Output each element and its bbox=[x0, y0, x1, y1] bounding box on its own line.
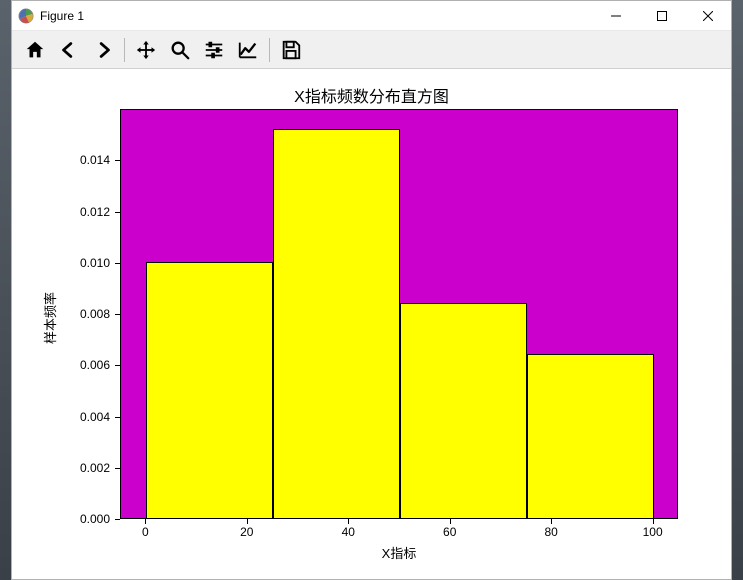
ytick-mark bbox=[115, 417, 120, 418]
xtick-label: 40 bbox=[342, 525, 355, 539]
xtick-label: 80 bbox=[544, 525, 557, 539]
line-chart-icon bbox=[237, 39, 259, 61]
home-button[interactable] bbox=[18, 35, 52, 65]
edit-axis-button[interactable] bbox=[231, 35, 265, 65]
window-buttons bbox=[593, 1, 731, 31]
xtick-mark bbox=[145, 519, 146, 524]
ytick-label: 0.014 bbox=[12, 153, 110, 167]
xtick-mark bbox=[348, 519, 349, 524]
histogram-bar bbox=[146, 262, 273, 518]
titlebar: Figure 1 bbox=[12, 1, 731, 31]
close-button[interactable] bbox=[685, 1, 731, 31]
xtick-mark bbox=[653, 519, 654, 524]
arrow-left-icon bbox=[58, 39, 80, 61]
ytick-mark bbox=[115, 314, 120, 315]
toolbar-separator bbox=[269, 38, 270, 62]
xtick-label: 0 bbox=[142, 525, 149, 539]
home-icon bbox=[24, 39, 46, 61]
plot-area bbox=[120, 109, 678, 519]
ytick-label: 0.002 bbox=[12, 461, 110, 475]
back-button[interactable] bbox=[52, 35, 86, 65]
figure-canvas[interactable]: X指标频数分布直方图 样本频率 X指标 0.0000.0020.0040.006… bbox=[12, 69, 731, 579]
xtick-label: 60 bbox=[443, 525, 456, 539]
move-icon bbox=[135, 39, 157, 61]
xtick-mark bbox=[450, 519, 451, 524]
save-button[interactable] bbox=[274, 35, 308, 65]
ytick-mark bbox=[115, 468, 120, 469]
histogram-bar bbox=[400, 303, 527, 518]
x-axis-label: X指标 bbox=[382, 543, 417, 562]
pan-button[interactable] bbox=[129, 35, 163, 65]
zoom-icon bbox=[169, 39, 191, 61]
configure-button[interactable] bbox=[197, 35, 231, 65]
ytick-label: 0.006 bbox=[12, 358, 110, 372]
ytick-label: 0.004 bbox=[12, 410, 110, 424]
ytick-label: 0.012 bbox=[12, 205, 110, 219]
outer-bg-left bbox=[0, 0, 11, 580]
save-icon bbox=[280, 39, 302, 61]
ytick-label: 0.000 bbox=[12, 512, 110, 526]
histogram-bar bbox=[273, 129, 400, 519]
figure-window: Figure 1 bbox=[11, 0, 732, 580]
outer-bg-right bbox=[732, 0, 743, 580]
minimize-button[interactable] bbox=[593, 1, 639, 31]
ytick-mark bbox=[115, 263, 120, 264]
xtick-label: 100 bbox=[643, 525, 663, 539]
xtick-mark bbox=[247, 519, 248, 524]
zoom-button[interactable] bbox=[163, 35, 197, 65]
ytick-label: 0.008 bbox=[12, 307, 110, 321]
ytick-mark bbox=[115, 212, 120, 213]
ytick-mark bbox=[115, 519, 120, 520]
xtick-label: 20 bbox=[240, 525, 253, 539]
histogram-bar bbox=[527, 354, 654, 518]
toolbar-separator bbox=[124, 38, 125, 62]
chart-title: X指标频数分布直方图 bbox=[12, 83, 731, 107]
matplotlib-icon bbox=[18, 8, 34, 24]
arrow-right-icon bbox=[92, 39, 114, 61]
ytick-mark bbox=[115, 160, 120, 161]
xtick-mark bbox=[551, 519, 552, 524]
window-title: Figure 1 bbox=[40, 9, 84, 23]
maximize-button[interactable] bbox=[639, 1, 685, 31]
ytick-mark bbox=[115, 365, 120, 366]
toolbar bbox=[12, 31, 731, 69]
forward-button[interactable] bbox=[86, 35, 120, 65]
sliders-icon bbox=[203, 39, 225, 61]
ytick-label: 0.010 bbox=[12, 256, 110, 270]
